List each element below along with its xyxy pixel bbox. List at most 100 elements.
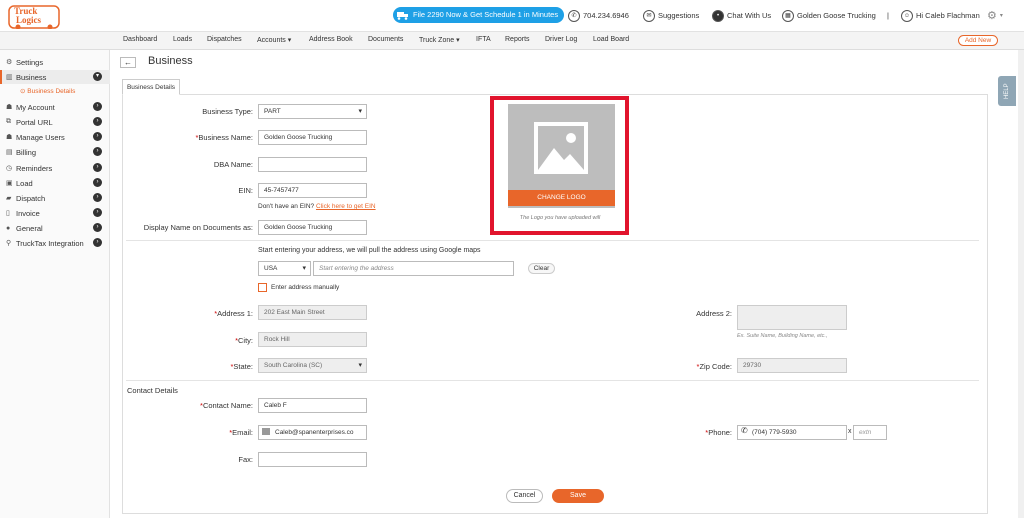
sidebar-item-general[interactable]: ● General › (6, 221, 106, 235)
ein-input[interactable]: 45-7457477 (258, 183, 367, 198)
ext-separator: x (848, 428, 852, 435)
truck-logics-logo[interactable]: Truck Logics (8, 5, 60, 30)
alarm-icon: ◷ (6, 165, 13, 172)
contact-name-label-text: Contact Name: (202, 401, 253, 410)
sidebar-item-load[interactable]: ▣ Load › (6, 176, 106, 190)
nav-dispatches[interactable]: Dispatches (207, 36, 242, 43)
nav-truck-zone[interactable]: Truck Zone ▾ (419, 36, 460, 44)
sidebar-item-portal-url[interactable]: ⧉ Portal URL › (6, 115, 106, 129)
address-hint: Start entering your address, we will pul… (258, 247, 481, 254)
sidebar-label: Portal URL (16, 117, 53, 127)
sidebar-item-invoice[interactable]: ▯ Invoice › (6, 206, 106, 220)
user-menu[interactable]: ☺ Hi Caleb Flachman (901, 9, 980, 23)
company-name: Golden Goose Trucking (797, 11, 876, 20)
state-select[interactable]: South Carolina (SC) (258, 358, 367, 373)
back-button[interactable]: ← (120, 57, 136, 68)
logo-text-logics: Logics (16, 15, 42, 25)
contact-name-input[interactable]: Caleb F (258, 398, 367, 413)
nav-driver-log[interactable]: Driver Log (545, 36, 577, 43)
phone-ext-input[interactable]: extn (853, 425, 887, 440)
address1-input[interactable]: 202 East Main Street (258, 305, 367, 320)
company-switcher[interactable]: ▦ Golden Goose Trucking (782, 9, 876, 23)
phone-icon: ✆ (741, 426, 748, 435)
truck-icon: ▰ (6, 195, 12, 202)
chevron-right-icon: › (93, 178, 102, 187)
truck-icon (397, 12, 408, 20)
sidebar-label: My Account (16, 102, 55, 112)
divider (126, 380, 979, 381)
phone-link[interactable]: ✆ 704.234.6946 (568, 9, 629, 23)
clear-button[interactable]: Clear (528, 263, 555, 274)
sidebar-item-reminders[interactable]: ◷ Reminders › (6, 161, 106, 175)
gear-icon: ⚙ (6, 59, 13, 66)
nav-dashboard[interactable]: Dashboard (123, 36, 157, 43)
business-type-label: Business Type: (202, 107, 253, 116)
chevron-right-icon: › (93, 102, 102, 111)
promo-text: File 2290 Now & Get Schedule 1 in Minute… (413, 10, 559, 19)
cancel-button[interactable]: Cancel (506, 489, 543, 503)
user-icon: ☺ (901, 10, 913, 22)
chat-label: Chat With Us (727, 11, 772, 20)
dba-name-input[interactable] (258, 157, 367, 172)
sidebar-label: Billing (16, 147, 37, 157)
nav-documents[interactable]: Documents (368, 36, 403, 43)
fax-input[interactable] (258, 452, 367, 467)
sidebar-label: Invoice (16, 208, 40, 218)
page-title: Business (148, 55, 193, 67)
add-new-button[interactable]: Add New (958, 35, 998, 46)
business-name-label-text: Business Name: (198, 133, 253, 142)
chat-icon: • (712, 10, 724, 22)
sidebar-item-dispatch[interactable]: ▰ Dispatch › (6, 191, 106, 205)
users-icon: ☗ (6, 134, 13, 141)
sidebar-item-billing[interactable]: ▤ Billing › (6, 145, 106, 159)
dba-name-label: DBA Name: (213, 160, 253, 169)
chevron-right-icon: › (93, 193, 102, 202)
nav-accounts[interactable]: Accounts ▾ (257, 36, 291, 44)
nav-address-book[interactable]: Address Book (309, 36, 353, 43)
integration-icon: ⚲ (6, 240, 12, 247)
sidebar-subitem-business-details[interactable]: ⊙ Business Details (20, 87, 75, 95)
business-name-input[interactable]: Golden Goose Trucking (258, 130, 367, 145)
city-label: *City: (235, 336, 253, 345)
sidebar-label: Load (16, 178, 33, 188)
nav-ifta[interactable]: IFTA (476, 36, 491, 43)
address-search-input[interactable]: Start entering the address (313, 261, 514, 276)
user-greeting: Hi Caleb Flachman (916, 11, 980, 20)
ein-help-text: Don't have an EIN? (258, 203, 315, 210)
tab-business-details[interactable]: Business Details (122, 79, 180, 95)
contact-section-title: Contact Details (127, 386, 178, 395)
change-logo-button[interactable]: CHANGE LOGO (508, 190, 615, 206)
sidebar-item-trucktax[interactable]: ⚲ TruckTax Integration › (6, 236, 106, 250)
sidebar-item-my-account[interactable]: ☗ My Account › (6, 100, 106, 114)
state-label-text: State: (233, 362, 253, 371)
ein-label: EIN: (238, 186, 253, 195)
city-input[interactable]: Rock Hill (258, 332, 367, 347)
gear-icon[interactable]: ⚙ ▾ (987, 9, 1003, 23)
zip-input[interactable]: 29730 (737, 358, 847, 373)
phone-input[interactable]: (704) 779-5930 (737, 425, 847, 440)
promo-2290-button[interactable]: File 2290 Now & Get Schedule 1 in Minute… (393, 7, 565, 23)
sidebar-item-business[interactable]: ▥ Business ▾ (6, 70, 106, 84)
chevron-right-icon: › (93, 147, 102, 156)
display-name-input[interactable]: Golden Goose Trucking (258, 220, 367, 235)
save-button[interactable]: Save (552, 489, 604, 503)
sidebar-item-settings[interactable]: ⚙ Settings (6, 55, 106, 69)
nav-loads[interactable]: Loads (173, 36, 192, 43)
nav-load-board[interactable]: Load Board (593, 36, 629, 43)
address2-textarea[interactable] (737, 305, 847, 330)
sidebar-item-manage-users[interactable]: ☗ Manage Users › (6, 130, 106, 144)
separator-text: | (887, 11, 889, 20)
nav-reports[interactable]: Reports (505, 36, 530, 43)
email-input[interactable]: Caleb@spanenterprises.co (258, 425, 367, 440)
scrollbar[interactable] (1018, 50, 1024, 518)
sidebar-label: TruckTax Integration (16, 238, 84, 248)
business-type-select[interactable]: PART (258, 104, 367, 119)
top-separator: | (887, 9, 889, 23)
help-tab[interactable]: HELP (998, 76, 1016, 106)
country-select[interactable]: USA (258, 261, 311, 276)
manual-address-checkbox[interactable] (258, 283, 267, 292)
get-ein-link[interactable]: Click here to get EIN (316, 203, 376, 210)
chat-link[interactable]: • Chat With Us (712, 9, 771, 23)
zip-label: *Zip Code: (696, 362, 732, 371)
suggestions-link[interactable]: ✉ Suggestions (643, 9, 699, 23)
